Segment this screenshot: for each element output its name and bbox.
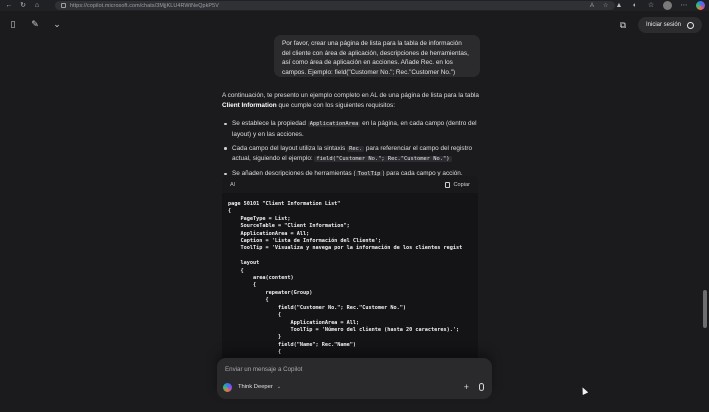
favorite-star-icon[interactable]: ☆	[603, 3, 609, 9]
list-item: Cada campo del layout utiliza la sintaxi…	[222, 144, 480, 165]
list-item: Se establece la propiedad ApplicationAre…	[222, 119, 480, 139]
composer-toolbar: Think Deeper ⌄ +	[223, 381, 484, 393]
back-icon[interactable]: ←	[5, 2, 13, 10]
code-content: page 50101 "Client Information List" { P…	[228, 201, 463, 356]
user-message-bubble: Por favor, crear una página de lista par…	[274, 35, 480, 77]
read-aloud-icon[interactable]: A	[590, 3, 596, 9]
more-menu-icon[interactable]: ⋯	[680, 2, 688, 10]
copilot-sidebar-icon[interactable]	[696, 1, 705, 10]
copilot-logo-icon	[223, 382, 232, 392]
browser-right-actions: ▲ ◐ ☆ ⋯	[615, 1, 705, 10]
intro-text-1: A continuación, te presento un ejemplo c…	[222, 92, 479, 99]
intro-text-2: que cumple con los siguientes requisitos…	[276, 101, 395, 109]
scrollbar-thumb[interactable]	[703, 290, 707, 328]
inline-code: field("Customer No."; Rec."Customer No."…	[314, 156, 452, 163]
new-chat-icon[interactable]: ✎	[28, 18, 42, 30]
app-top-left: ▯ ✎ ⌄	[6, 18, 64, 30]
copy-label: Copiar	[453, 181, 470, 188]
code-language-label: Al	[230, 181, 235, 188]
refresh-icon[interactable]: ↻	[19, 2, 27, 10]
add-attachment-icon[interactable]: +	[464, 382, 469, 392]
address-bar[interactable]: https://copilot.microsoft.com/chats/3Mjj…	[55, 1, 615, 10]
bullet-text: Cada campo del layout utiliza la sintaxi…	[232, 144, 348, 152]
app-top-right: ⧉ Iniciar sesión	[616, 17, 702, 33]
browser-toolbar: ← ↻ ⌂ https://copilot.microsoft.com/chat…	[0, 0, 709, 11]
code-block: Al Copiar page 50101 "Client Information…	[222, 176, 478, 362]
person-icon	[687, 21, 694, 29]
profile-avatar-icon[interactable]	[663, 1, 672, 10]
composer-actions: +	[464, 382, 484, 392]
response-intro: A continuación, te presento un ejemplo c…	[222, 91, 480, 110]
code-block-header: Al Copiar	[222, 176, 478, 193]
address-bar-actions: A ☆	[590, 3, 615, 9]
inline-code: Rec.	[347, 145, 365, 152]
chevron-down-icon[interactable]: ⌄	[50, 18, 64, 30]
lock-icon	[61, 3, 66, 8]
extension-icon[interactable]: ▲	[615, 2, 623, 10]
user-message-text: Por favor, crear una página de lista par…	[282, 40, 469, 76]
mode-selector[interactable]: Think Deeper ⌄	[238, 384, 281, 390]
copy-icon	[444, 181, 450, 188]
address-url[interactable]: https://copilot.microsoft.com/chats/3Mjj…	[70, 3, 219, 9]
favorites-icon[interactable]: ☆	[647, 2, 655, 10]
share-icon[interactable]: ⧉	[616, 18, 630, 32]
inline-code: ApplicationArea	[307, 121, 361, 127]
intro-bold-table: Client Information	[222, 101, 277, 109]
requirements-list: Se establece la propiedad ApplicationAre…	[222, 119, 480, 180]
microphone-icon[interactable]	[479, 383, 484, 391]
browser-nav: ← ↻ ⌂	[5, 2, 41, 10]
signin-label: Iniciar sesión	[645, 22, 681, 28]
home-icon[interactable]: ⌂	[33, 2, 41, 10]
copy-button[interactable]: Copiar	[444, 181, 470, 188]
mouse-cursor-icon	[579, 386, 589, 395]
message-input[interactable]: Enviar un mensaje a Copilot	[225, 366, 302, 373]
message-composer[interactable]: Enviar un mensaje a Copilot Think Deeper…	[217, 358, 492, 399]
collections-icon[interactable]: ◐	[631, 2, 639, 10]
assistant-response: A continuación, te presento un ejemplo c…	[222, 91, 480, 184]
signin-button[interactable]: Iniciar sesión	[637, 17, 702, 33]
sidebar-toggle-icon[interactable]: ▯	[6, 18, 20, 30]
bullet-text: Se establece la propiedad	[232, 120, 308, 127]
mode-label: Think Deeper	[238, 384, 273, 390]
chevron-down-icon: ⌄	[276, 384, 282, 390]
